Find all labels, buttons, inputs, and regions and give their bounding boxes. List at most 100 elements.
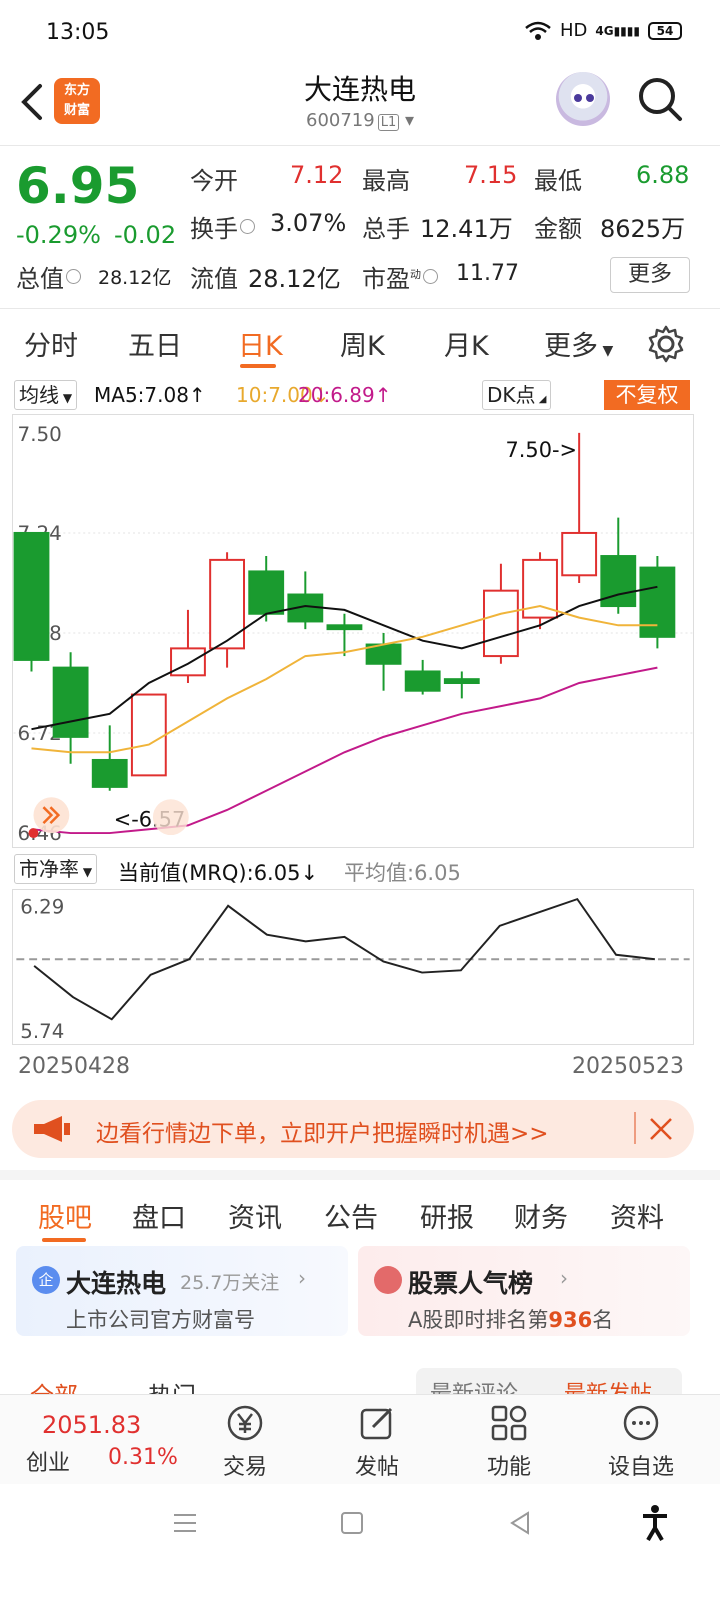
volume-value: 12.41万 xyxy=(420,215,513,243)
rank-card-subtitle: A股即时排名第936名 xyxy=(408,1304,613,1334)
rank-number: 936 xyxy=(548,1308,593,1332)
high-value: 7.15 xyxy=(464,161,518,189)
filter-hot[interactable]: 热门 xyxy=(148,1376,196,1396)
nav-watchlist-label: 设自选 xyxy=(607,1455,674,1480)
mktcap-label: 总值 xyxy=(16,259,83,294)
nav-post[interactable]: 发帖 xyxy=(332,1403,422,1481)
sub-indicator-label: 市净率 xyxy=(19,857,79,881)
tab-news[interactable]: 资讯 xyxy=(228,1196,282,1235)
candles xyxy=(13,432,676,791)
accessibility-icon[interactable] xyxy=(640,1504,670,1542)
candle-up xyxy=(561,531,598,577)
index-name: 创业 xyxy=(26,1451,71,1476)
system-navigation-bar xyxy=(0,1484,720,1600)
promo-banner[interactable]: 边看行情边下单，立即开户把握瞬时机遇>> xyxy=(12,1100,694,1158)
candle-down xyxy=(52,666,89,738)
pe-value: 11.77 xyxy=(456,261,519,286)
company-account-card[interactable]: 企 大连热电 25.7万关注 › 上市公司官方财富号 xyxy=(16,1246,348,1336)
tab-guba[interactable]: 股吧 xyxy=(38,1196,92,1235)
robot-assistant-icon[interactable] xyxy=(556,72,610,126)
change-value: -0.02 xyxy=(114,221,177,249)
ma5-line xyxy=(31,585,658,731)
popularity-rank-card[interactable]: 股票人气榜 › A股即时排名第936名 xyxy=(358,1246,690,1336)
tab-five-day[interactable]: 五日 xyxy=(128,324,182,363)
nav-watchlist[interactable]: 设自选 xyxy=(596,1403,686,1481)
low-label: 最低 xyxy=(534,167,582,195)
candle-up xyxy=(170,647,206,677)
pb-y-top-label: 6.29 xyxy=(20,896,64,919)
tab-intraday[interactable]: 分时 xyxy=(24,324,78,363)
close-icon[interactable] xyxy=(648,1116,674,1142)
nav-post-label: 发帖 xyxy=(354,1455,399,1480)
tab-profile[interactable]: 资料 xyxy=(610,1196,664,1235)
pb-ratio-chart[interactable]: 6.29 5.74 xyxy=(12,889,694,1045)
menu-icon[interactable] xyxy=(172,1512,198,1534)
pe-label: 市盈动 xyxy=(362,259,440,294)
tab-research[interactable]: 研报 xyxy=(420,1196,474,1235)
zoom-icon[interactable] xyxy=(152,799,189,836)
tab-monthly-k[interactable]: 月K xyxy=(444,324,489,363)
float-value: 28.12亿 xyxy=(248,265,341,293)
filter-all[interactable]: 全部 xyxy=(30,1376,78,1396)
tab-more-label: 更多 xyxy=(544,331,598,362)
pe-label-text: 市盈 xyxy=(362,265,410,293)
sort-latest-comment[interactable]: 最新评论 xyxy=(430,1376,518,1396)
candle-down xyxy=(326,624,363,631)
chevron-down-icon: ▼ xyxy=(59,391,73,405)
indicator-select-label: 均线 xyxy=(19,383,59,407)
float-label: 流值 xyxy=(190,265,238,293)
volume-label: 总手 xyxy=(362,215,410,243)
last-price: 6.95 xyxy=(16,157,140,215)
nav-trade[interactable]: 交易 xyxy=(200,1403,290,1481)
info-icon[interactable] xyxy=(66,269,81,284)
sub-indicator-select[interactable]: 市净率 ▼ xyxy=(14,854,98,884)
nav-functions[interactable]: 功能 xyxy=(464,1403,554,1481)
tab-announcements[interactable]: 公告 xyxy=(324,1196,378,1235)
candle-down xyxy=(639,566,676,638)
tab-order-book[interactable]: 盘口 xyxy=(132,1196,186,1235)
info-icon[interactable] xyxy=(240,219,255,234)
stock-header: 东方 财富 大连热电 600719 L1 ▾ xyxy=(0,66,720,146)
candle-down xyxy=(248,570,285,615)
sort-latest-post[interactable]: 最新发帖 xyxy=(564,1376,652,1396)
follower-count: 25.7万关注 xyxy=(180,1272,280,1294)
tab-finance[interactable]: 财务 xyxy=(514,1196,568,1235)
rank-chart-icon xyxy=(374,1266,402,1294)
search-icon[interactable] xyxy=(636,74,684,126)
dk-point-select[interactable]: DK点 ◢ xyxy=(482,380,552,410)
stock-code-row[interactable]: 600719 L1 ▾ xyxy=(0,110,720,131)
candle-up xyxy=(209,558,246,650)
candlestick-chart[interactable]: 7.507.246.986.726.46 7.50-> <-6.57 xyxy=(12,414,694,848)
rank-card-title: 股票人气榜 xyxy=(408,1269,534,1298)
edit-icon xyxy=(360,1407,393,1440)
ma20-value: 20:6.89↑ xyxy=(298,383,392,407)
index-value: 2051.83 xyxy=(42,1411,142,1439)
info-cards: 企 大连热电 25.7万关注 › 上市公司官方财富号 股票人气榜 › A股即时排… xyxy=(0,1240,720,1350)
low-value: 6.88 xyxy=(636,161,690,189)
more-button[interactable]: 更多 xyxy=(610,257,690,293)
content-tabs: 股吧 盘口 资讯 公告 研报 财务 资料 xyxy=(0,1170,720,1242)
signal-icon: 4G▮▮▮▮ xyxy=(595,23,640,38)
back-icon[interactable] xyxy=(508,1510,532,1536)
info-icon[interactable] xyxy=(423,269,438,284)
tab-weekly-k[interactable]: 周K xyxy=(340,324,385,363)
home-icon[interactable] xyxy=(340,1510,364,1536)
end-date: 20250523 xyxy=(572,1054,684,1079)
candle-down xyxy=(404,670,441,692)
high-label: 最高 xyxy=(362,167,410,195)
megaphone-icon xyxy=(34,1116,70,1142)
index-change: 0.31% xyxy=(108,1445,178,1470)
adjust-button[interactable]: 不复权 xyxy=(604,380,690,410)
gear-icon[interactable] xyxy=(646,324,686,364)
tab-daily-k[interactable]: 日K xyxy=(238,324,283,363)
tab-more[interactable]: 更多 ▼ xyxy=(544,324,613,363)
turnover-label: 换手 xyxy=(190,209,257,244)
turnover-label-text: 换手 xyxy=(190,215,238,243)
turnover-value: 3.07% xyxy=(270,209,347,237)
post-filter-row: 全部 热门 最新评论 最新发帖 xyxy=(0,1362,720,1396)
indicator-select[interactable]: 均线 ▼ xyxy=(14,380,78,410)
pe-superscript: 动 xyxy=(410,268,421,281)
chevron-down-icon: ▾ xyxy=(399,110,414,131)
enterprise-badge-icon: 企 xyxy=(32,1266,60,1294)
stock-code: 600719 xyxy=(306,110,375,131)
